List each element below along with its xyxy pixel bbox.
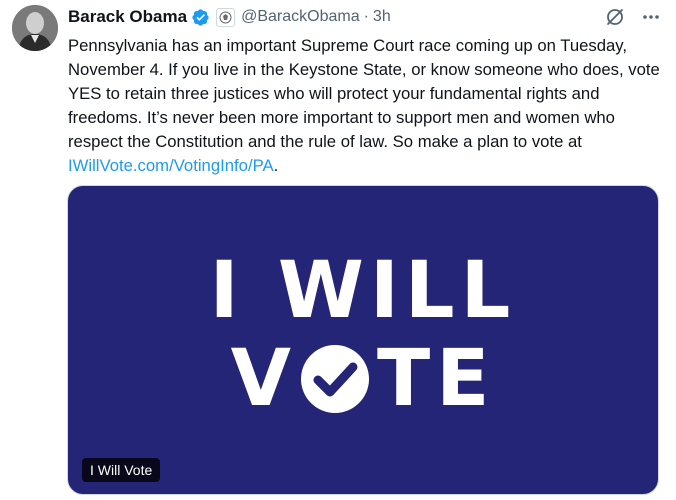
tweet-text: Pennsylvania has an important Supreme Co… — [68, 34, 664, 178]
separator-dot: · — [363, 8, 369, 25]
tweet-header: Barack Obama @BarackObama · 3h — [68, 5, 662, 29]
logo-line-2: V TE — [68, 338, 658, 420]
tweet-body: Pennsylvania has an important Supreme Co… — [68, 36, 660, 151]
author-name[interactable]: Barack Obama — [68, 7, 187, 27]
verified-badge-icon — [192, 8, 209, 26]
logo-letter-v: V — [230, 334, 297, 424]
timestamp[interactable]: 3h — [373, 8, 391, 26]
more-icon[interactable] — [640, 6, 662, 28]
grok-icon[interactable] — [604, 6, 626, 28]
logo-letters-te: TE — [376, 334, 496, 424]
logo-line-1: I WILL — [209, 246, 517, 336]
voting-info-link[interactable]: IWillVote.com/VotingInfo/PA — [68, 156, 274, 175]
checkmark-circle-icon — [300, 345, 369, 413]
author-handle[interactable]: @BarackObama — [241, 8, 360, 26]
avatar[interactable] — [12, 5, 58, 51]
media-card[interactable]: I WILL V TE I Will Vote — [67, 185, 659, 495]
tweet-end: . — [273, 156, 279, 175]
media-alt-label[interactable]: I Will Vote — [82, 458, 161, 482]
avatar-photo — [12, 5, 58, 51]
affiliation-seal-icon[interactable] — [216, 7, 236, 27]
